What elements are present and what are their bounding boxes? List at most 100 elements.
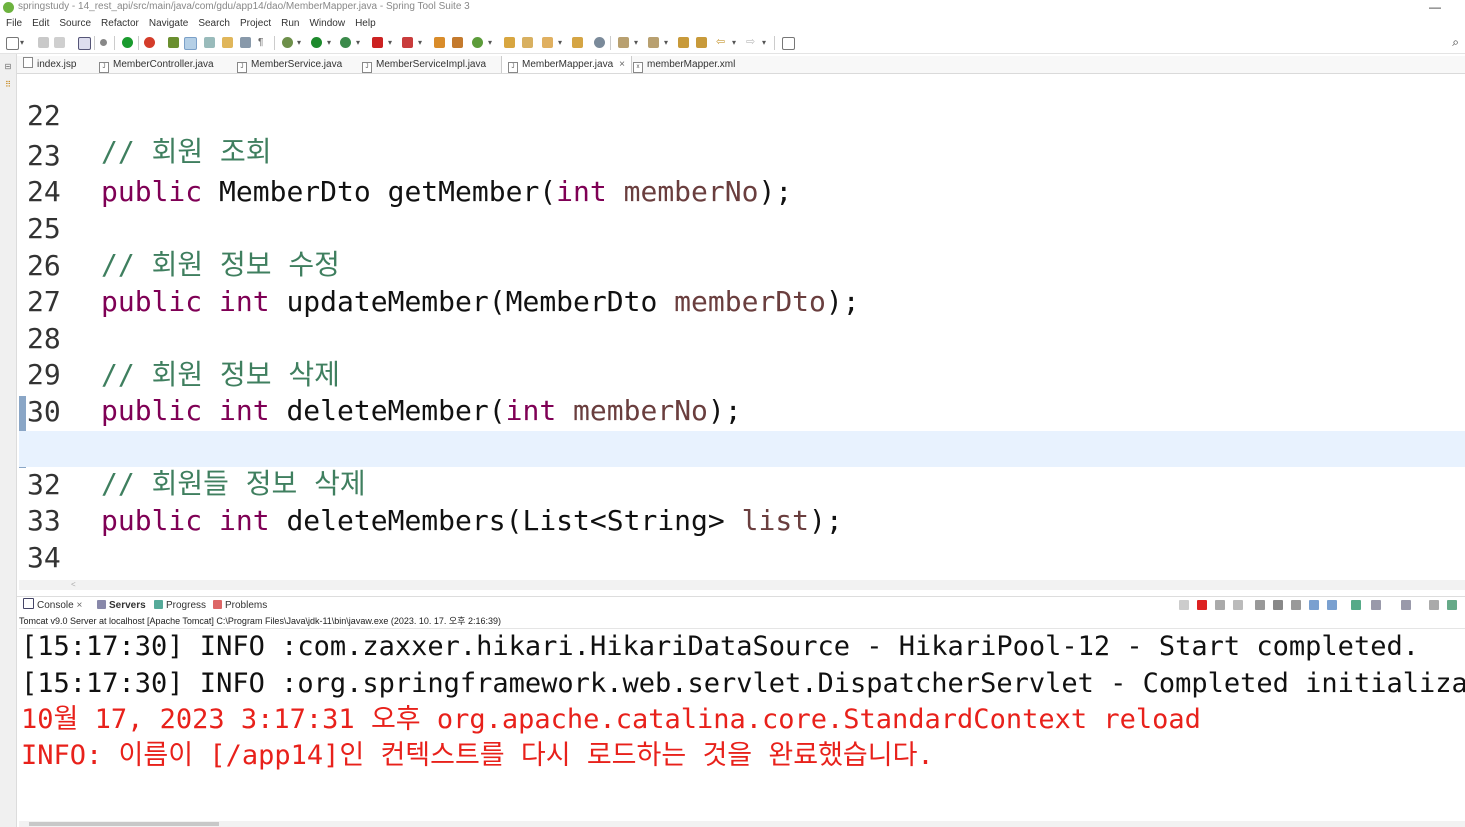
minimize-view-icon[interactable]	[1429, 600, 1439, 610]
menu-navigate[interactable]: Navigate	[149, 16, 188, 32]
code-line: 24	[19, 138, 1465, 208]
menu-bar: File Edit Source Refactor Navigate Search Proj…	[0, 16, 1465, 32]
globe-icon[interactable]	[594, 37, 605, 48]
menu-file[interactable]: File	[6, 16, 22, 32]
menu-window[interactable]: Window	[309, 16, 345, 32]
search-dropdown-icon[interactable]: ▾	[558, 38, 562, 47]
annotation-icon[interactable]	[222, 37, 233, 48]
display-console-icon[interactable]	[1371, 600, 1381, 610]
restore-icon[interactable]: ⊟	[3, 62, 13, 71]
code-editor[interactable]: 22 // 회원 조회 23 public MemberDto getMembe…	[19, 74, 1465, 579]
tab-label: MemberMapper.java	[522, 59, 614, 70]
new-class-icon[interactable]	[434, 37, 445, 48]
tab-servers[interactable]: Servers	[97, 597, 146, 615]
clear-console-icon[interactable]	[1255, 600, 1265, 610]
external-tools-dropdown-icon[interactable]: ▾	[418, 38, 422, 47]
last-edit-icon[interactable]	[678, 37, 689, 48]
remove-launch-icon[interactable]	[1215, 600, 1225, 610]
editor-tabs: index.jsp J MemberController.java J Member…	[17, 56, 1465, 74]
editor-horizontal-scrollbar[interactable]: <	[19, 580, 1465, 590]
save-all-icon[interactable]	[54, 37, 65, 48]
tab-member-mapper-xml[interactable]: x memberMapper.xml	[633, 56, 735, 73]
search-icon[interactable]: ⌕	[1452, 35, 1459, 50]
maximize-view-icon[interactable]	[1447, 600, 1457, 610]
word-wrap-icon[interactable]	[1291, 600, 1301, 610]
next-annotation-icon[interactable]	[618, 37, 629, 48]
menu-run[interactable]: Run	[281, 16, 299, 32]
show-stdout-icon[interactable]	[1309, 600, 1319, 610]
forward-arrow-icon[interactable]: ⇨	[746, 35, 757, 48]
tab-index-jsp[interactable]: index.jsp	[23, 56, 76, 73]
tab-member-service[interactable]: J MemberService.java	[237, 56, 342, 73]
code-line: 28 // 회원 정보 삭제	[19, 285, 1465, 391]
run-icon[interactable]	[311, 37, 322, 48]
tab-member-service-impl[interactable]: J MemberServiceImpl.java	[362, 56, 486, 73]
menu-search[interactable]: Search	[198, 16, 230, 32]
package-explorer-icon[interactable]: ⠿	[3, 80, 13, 89]
scrollbar-thumb[interactable]	[29, 822, 219, 826]
terminal-icon[interactable]	[78, 37, 91, 50]
tab-progress[interactable]: Progress	[154, 597, 206, 615]
open-perspective-icon[interactable]	[782, 37, 795, 50]
coverage-dropdown-icon[interactable]: ▾	[356, 38, 360, 47]
close-icon[interactable]: ×	[619, 59, 625, 70]
save-icon[interactable]	[38, 37, 49, 48]
back-icon[interactable]	[696, 37, 707, 48]
link-icon[interactable]	[204, 37, 215, 48]
stop-icon[interactable]	[372, 37, 383, 48]
minimize-button[interactable]: —	[1429, 0, 1441, 14]
refresh-icon[interactable]	[144, 37, 155, 48]
scroll-lock-icon[interactable]	[1273, 600, 1283, 610]
tab-console[interactable]: Console ×	[23, 597, 82, 615]
menu-refactor[interactable]: Refactor	[101, 16, 139, 32]
pin-console-icon[interactable]	[1351, 600, 1361, 610]
toggle-mark-icon[interactable]	[184, 37, 197, 50]
scroll-left-arrow[interactable]: <	[71, 580, 76, 589]
open-task-icon[interactable]	[572, 37, 583, 48]
previous-annotation-icon[interactable]	[648, 37, 659, 48]
run-dropdown-icon[interactable]: ▾	[327, 38, 331, 47]
external-tools-icon[interactable]	[402, 37, 413, 48]
open-type-icon[interactable]	[504, 37, 515, 48]
menu-help[interactable]: Help	[355, 16, 376, 32]
block-select-icon[interactable]	[240, 37, 251, 48]
open-resource-icon[interactable]	[522, 37, 533, 48]
debug-icon[interactable]	[282, 37, 293, 48]
show-stderr-icon[interactable]	[1327, 600, 1337, 610]
tab-label: index.jsp	[37, 59, 77, 70]
remove-all-icon[interactable]	[1233, 600, 1243, 610]
stop-dropdown-icon[interactable]: ▾	[388, 38, 392, 47]
new-icon[interactable]	[6, 37, 19, 50]
menu-project[interactable]: Project	[240, 16, 271, 32]
new-package-icon[interactable]	[452, 37, 463, 48]
console-output[interactable]: [15:17:30] INFO :com.zaxxer.hikari.Hikar…	[19, 629, 1465, 819]
xml-file-icon: x	[633, 62, 643, 73]
terminate-icon[interactable]	[1197, 600, 1207, 610]
start-server-icon[interactable]	[122, 37, 133, 48]
new-spring-dropdown-icon[interactable]: ▾	[488, 38, 492, 47]
console-horizontal-scrollbar[interactable]	[19, 821, 1465, 827]
new-dropdown-icon[interactable]: ▾	[20, 38, 24, 47]
servers-icon	[97, 600, 106, 609]
tab-member-controller[interactable]: J MemberController.java	[99, 56, 214, 73]
terminate-disabled-icon[interactable]	[1179, 600, 1189, 610]
back-arrow-icon[interactable]: ⇦	[716, 35, 727, 48]
open-console-icon[interactable]	[1401, 600, 1411, 610]
java-file-icon: J	[237, 62, 247, 73]
forward-dropdown-icon[interactable]: ▾	[762, 38, 766, 47]
debug-dropdown-icon[interactable]: ▾	[297, 38, 301, 47]
back-dropdown-icon[interactable]: ▾	[732, 38, 736, 47]
tab-problems[interactable]: Problems	[213, 597, 267, 615]
menu-edit[interactable]: Edit	[32, 16, 49, 32]
coverage-icon[interactable]	[340, 37, 351, 48]
spring-icon[interactable]	[168, 37, 179, 48]
search-tool-icon[interactable]	[542, 37, 553, 48]
next-annotation-dropdown-icon[interactable]: ▾	[634, 38, 638, 47]
menu-source[interactable]: Source	[59, 16, 91, 32]
show-whitespace-icon[interactable]: ¶	[258, 37, 269, 48]
previous-annotation-dropdown-icon[interactable]: ▾	[664, 38, 668, 47]
skip-breakpoints-icon[interactable]	[100, 39, 107, 46]
new-spring-icon[interactable]	[472, 37, 483, 48]
tab-member-mapper[interactable]: J MemberMapper.java ×	[501, 56, 632, 73]
close-icon[interactable]: ×	[76, 600, 82, 611]
